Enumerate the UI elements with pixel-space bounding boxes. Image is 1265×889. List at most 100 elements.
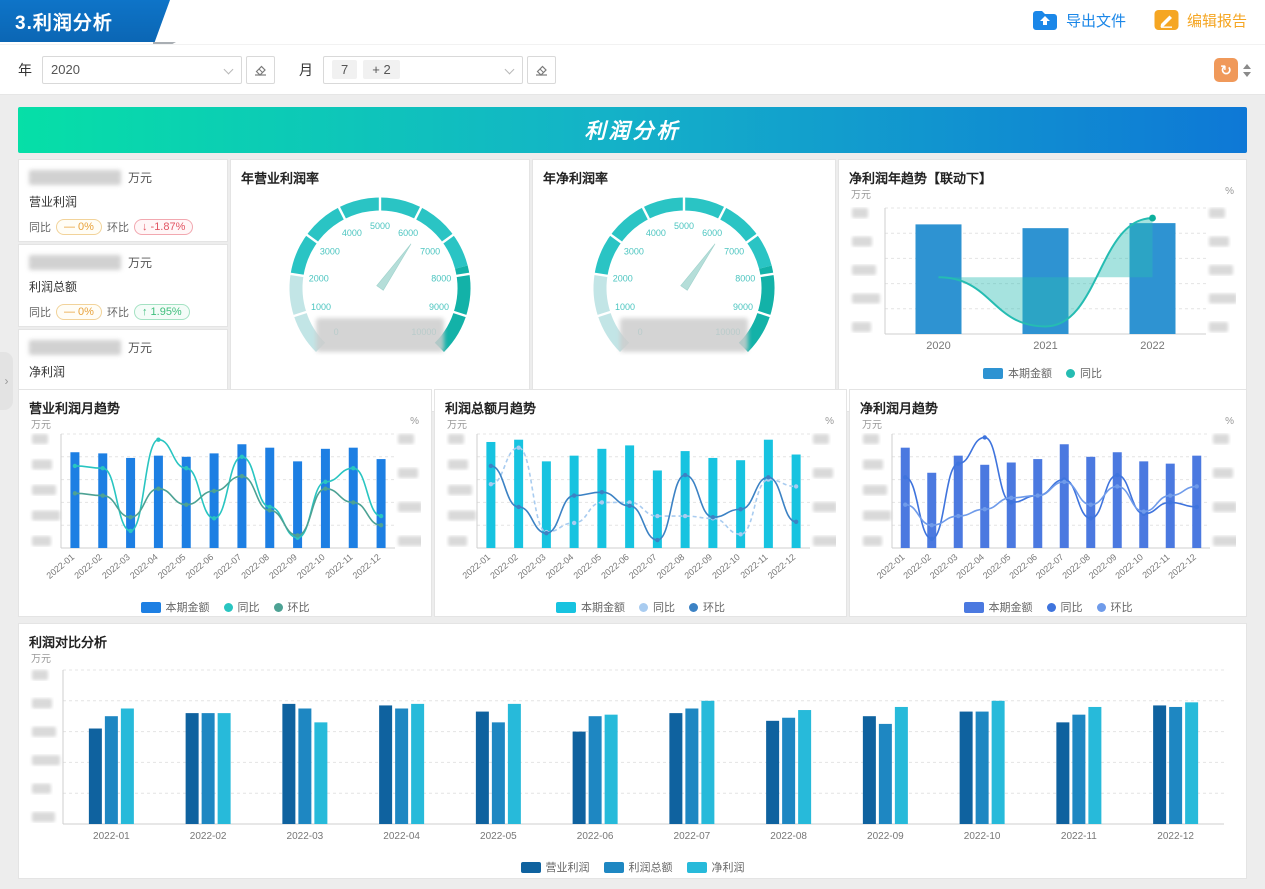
bar-本期金额[interactable] (265, 448, 274, 548)
bar-本期金额[interactable] (349, 448, 358, 548)
point-同比[interactable] (572, 521, 576, 525)
bar-营业利润[interactable] (960, 712, 973, 824)
point-环比[interactable] (627, 504, 631, 508)
point-环比[interactable] (794, 520, 798, 524)
bar-本期金额[interactable] (182, 457, 191, 548)
point-同比[interactable] (983, 435, 987, 439)
legend-item[interactable]: 同比 (639, 599, 675, 615)
point-同比[interactable] (101, 466, 105, 470)
point-同比[interactable] (683, 514, 687, 518)
bar-利润总额[interactable] (1072, 715, 1085, 824)
point-环比[interactable] (983, 507, 987, 511)
bar-本期金额[interactable] (514, 440, 523, 548)
bar-营业利润[interactable] (863, 716, 876, 824)
legend-item[interactable]: 本期金额 (141, 599, 210, 615)
point-同比[interactable] (379, 514, 383, 518)
bar-利润总额[interactable] (105, 716, 118, 824)
point-同比[interactable] (240, 455, 244, 459)
point-同比[interactable] (128, 529, 132, 533)
export-file-button[interactable]: 导出文件 (1032, 9, 1126, 31)
bar-本期金额[interactable] (1060, 444, 1069, 548)
point-同比[interactable] (794, 484, 798, 488)
bar-本期金额[interactable] (237, 444, 246, 548)
bar-本期金额[interactable] (321, 449, 330, 548)
bar-本期金额[interactable] (1192, 456, 1201, 548)
bar-本期金额[interactable] (210, 453, 219, 548)
legend-item[interactable]: 环比 (274, 599, 310, 615)
point-环比[interactable] (184, 502, 188, 506)
point-同比[interactable] (1168, 500, 1172, 504)
bar-本期金额[interactable] (1086, 457, 1095, 548)
point-同比[interactable] (489, 482, 493, 486)
side-drawer-handle[interactable]: › (0, 352, 13, 410)
bar-本期金额[interactable] (154, 456, 163, 548)
edit-report-button[interactable]: 编辑报告 (1154, 9, 1247, 31)
point-同比[interactable] (1115, 473, 1119, 477)
point-环比[interactable] (930, 523, 934, 527)
bar-本期金额[interactable] (653, 470, 662, 548)
bar-本期金额[interactable] (625, 445, 634, 548)
month-tag[interactable]: 7 (332, 60, 357, 79)
point-同比[interactable] (1149, 215, 1156, 222)
point-环比[interactable] (738, 507, 742, 511)
bar-营业利润[interactable] (766, 721, 779, 824)
legend-item[interactable]: 环比 (689, 599, 725, 615)
point-同比[interactable] (1195, 505, 1199, 509)
point-环比[interactable] (156, 487, 160, 491)
legend-item[interactable]: 本期金额 (964, 599, 1033, 615)
legend-item[interactable]: 环比 (1097, 599, 1133, 615)
bar-本期金额[interactable] (1166, 464, 1175, 548)
bar-利润总额[interactable] (202, 713, 215, 824)
point-同比[interactable] (956, 461, 960, 465)
point-同比[interactable] (351, 466, 355, 470)
point-同比[interactable] (73, 464, 77, 468)
point-同比[interactable] (903, 475, 907, 479)
bar-本期金额[interactable] (486, 442, 495, 548)
point-同比[interactable] (516, 445, 520, 449)
bar-本期金额[interactable] (764, 440, 773, 548)
point-环比[interactable] (351, 500, 355, 504)
bar-本期金额[interactable] (901, 448, 910, 548)
point-环比[interactable] (766, 475, 770, 479)
month-tag-more[interactable]: + 2 (363, 60, 399, 79)
point-环比[interactable] (1062, 480, 1066, 484)
point-同比[interactable] (212, 516, 216, 520)
bar-净利润[interactable] (121, 709, 134, 825)
bar-净利润[interactable] (895, 707, 908, 824)
bar-净利润[interactable] (1088, 707, 1101, 824)
bar-净利润[interactable] (701, 701, 714, 824)
point-环比[interactable] (711, 515, 715, 519)
bar-本期金额[interactable] (1139, 461, 1148, 548)
bar-本期金额[interactable] (126, 458, 135, 548)
legend-item[interactable]: 同比 (1047, 599, 1083, 615)
point-环比[interactable] (683, 473, 687, 477)
bar-净利润[interactable] (798, 710, 811, 824)
bar-营业利润[interactable] (573, 732, 586, 824)
spinner-up-arrow[interactable] (1243, 64, 1251, 69)
month-select[interactable]: 7 + 2 (323, 56, 523, 84)
legend-item[interactable]: 营业利润 (521, 859, 590, 875)
point-环比[interactable] (73, 491, 77, 495)
bar-净利润[interactable] (992, 701, 1005, 824)
point-同比[interactable] (738, 532, 742, 536)
point-环比[interactable] (379, 523, 383, 527)
bar-本期金额[interactable] (681, 451, 690, 548)
bar-本期金额[interactable] (1113, 452, 1122, 548)
point-环比[interactable] (655, 538, 659, 542)
point-同比[interactable] (655, 514, 659, 518)
bar-利润总额[interactable] (298, 709, 311, 825)
month-clear-button[interactable] (527, 56, 556, 84)
point-环比[interactable] (956, 514, 960, 518)
bar-本期金额[interactable] (1007, 463, 1016, 549)
bar-利润总额[interactable] (1169, 707, 1182, 824)
bar-营业利润[interactable] (89, 729, 102, 824)
point-环比[interactable] (572, 493, 576, 497)
point-环比[interactable] (1142, 509, 1146, 513)
point-环比[interactable] (489, 464, 493, 468)
point-环比[interactable] (1115, 484, 1119, 488)
bar-本期金额[interactable] (570, 456, 579, 548)
bar-营业利润[interactable] (1056, 722, 1069, 824)
point-环比[interactable] (212, 489, 216, 493)
bar-利润总额[interactable] (879, 724, 892, 824)
bar-净利润[interactable] (411, 704, 424, 824)
